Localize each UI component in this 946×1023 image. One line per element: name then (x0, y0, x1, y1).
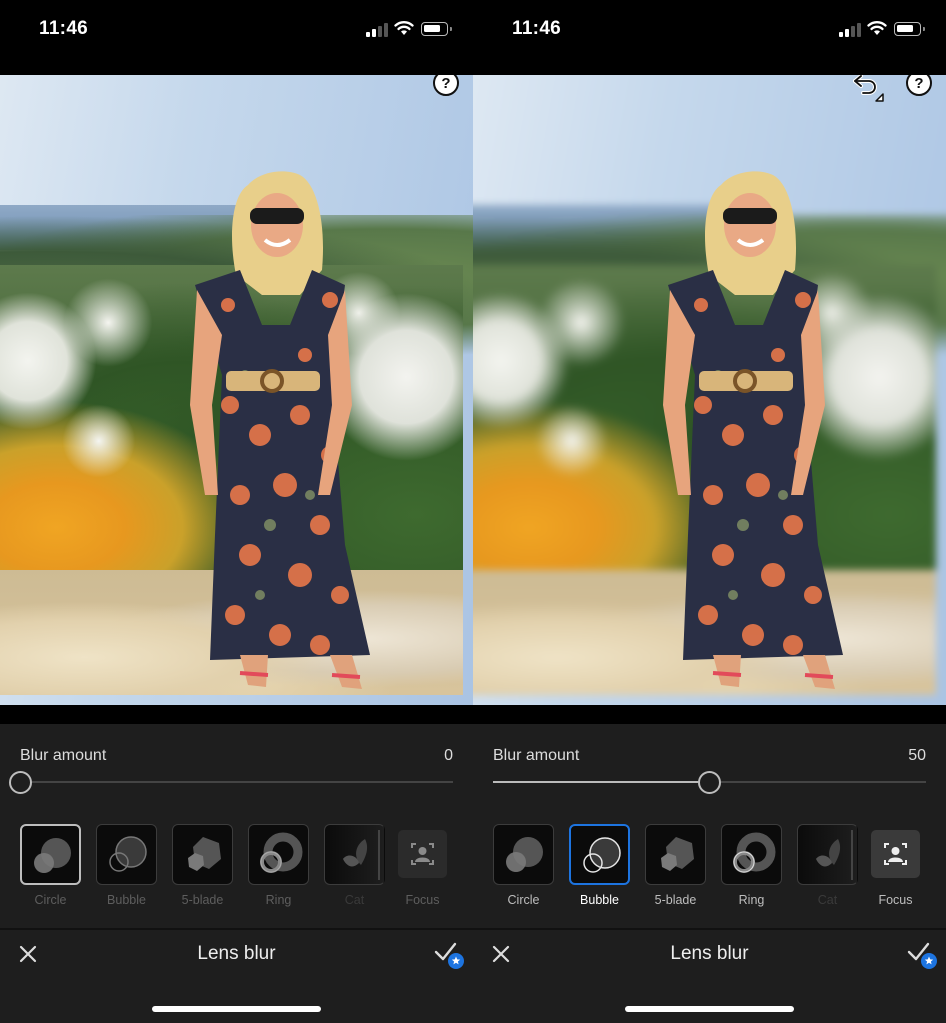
bokeh-shape-label: Cat (817, 893, 838, 907)
blur-amount-thumb[interactable] (698, 771, 721, 794)
home-indicator[interactable] (152, 1006, 321, 1012)
bokeh-shape-bubble[interactable]: Bubble (569, 824, 630, 907)
check-icon[interactable] (906, 940, 938, 970)
comparison-container: 11:46 ? Blur amount 0 Circle Bubble 5-bl… (0, 0, 946, 1023)
status-time: 11:46 (512, 18, 562, 39)
focus-label: Focus (878, 893, 913, 907)
blur-amount-track[interactable] (20, 781, 453, 783)
bokeh-shape-thumbnail (96, 824, 157, 885)
bokeh-shape-label: 5-blade (181, 893, 224, 907)
battery-icon (421, 22, 452, 36)
bottom-bar-divider (473, 928, 946, 930)
photo-preview[interactable]: ? (0, 75, 473, 705)
wifi-icon (394, 21, 414, 35)
bokeh-shape-thumbnail (493, 824, 554, 885)
tool-title: Lens blur (197, 943, 276, 964)
bokeh-cat-icon (816, 839, 841, 867)
photo-preview[interactable]: ? (473, 75, 946, 705)
bokeh-shape-thumbnail (721, 824, 782, 885)
bokeh-circle-icon (506, 837, 543, 872)
bokeh-shape-cat[interactable]: Cat (797, 824, 858, 907)
bokeh-shape-label: Bubble (107, 893, 146, 907)
shape-picker-separator (378, 830, 380, 880)
bokeh-circle-icon (34, 838, 71, 873)
photo-divider (0, 705, 473, 724)
bokeh-shape-thumbnail (569, 824, 630, 885)
bokeh-shape-thumbnail (797, 824, 858, 885)
bokeh-cat-icon (343, 839, 368, 867)
bokeh-shape-ring[interactable]: Ring (721, 824, 782, 907)
bokeh-shape-thumbnail (248, 824, 309, 885)
undo-icon[interactable] (851, 75, 885, 104)
bokeh-shape-circle[interactable]: Circle (493, 824, 554, 907)
bokeh-shape-label: 5-blade (654, 893, 697, 907)
cellular-signal-icon (366, 23, 388, 37)
subject-person (190, 171, 370, 689)
phone-screen-before: 11:46 ? Blur amount 0 Circle Bubble 5-bl… (0, 0, 473, 1023)
bokeh-shape-thumbnail (172, 824, 233, 885)
focus-button[interactable] (398, 830, 447, 878)
bokeh-shape-label: Cat (344, 893, 365, 907)
bokeh-shape-thumbnail (20, 824, 81, 885)
bokeh-shape-cat[interactable]: Cat (324, 824, 385, 907)
bokeh-shape-ring[interactable]: Ring (248, 824, 309, 907)
focus-button[interactable] (871, 830, 920, 878)
bokeh-shape-label: Ring (738, 893, 765, 907)
bokeh-shape-label: Circle (507, 893, 540, 907)
bokeh-ring-icon (260, 832, 303, 873)
bokeh-shape-thumbnail (324, 824, 385, 885)
bokeh-5-blade-icon (661, 837, 694, 871)
blur-amount-value: 50 (908, 747, 926, 764)
bokeh-shape-label: Circle (34, 893, 67, 907)
wifi-icon (867, 21, 887, 35)
shape-picker-separator (851, 830, 853, 880)
bokeh-shape-bubble[interactable]: Bubble (96, 824, 157, 907)
bottom-bar-divider (0, 928, 473, 930)
status-bar: 11:46 (0, 0, 473, 75)
status-time: 11:46 (39, 18, 89, 39)
phone-screen-after: 11:46 ? Blur amount 50 Circle Bubble 5-b… (473, 0, 946, 1023)
bokeh-5-blade-icon (188, 837, 221, 871)
bokeh-bubble-icon (583, 837, 621, 873)
photo-divider (473, 705, 946, 724)
blur-amount-value: 0 (444, 747, 453, 764)
bokeh-shape-picker: Circle Bubble 5-blade Ring Cat Focus (473, 824, 946, 914)
focus-person-icon (884, 843, 907, 865)
bokeh-shape-label: Bubble (580, 893, 619, 907)
check-icon[interactable] (433, 940, 465, 970)
bokeh-shape-picker: Circle Bubble 5-blade Ring Cat Focus (0, 824, 473, 914)
focus-label: Focus (405, 893, 440, 907)
bokeh-shape-label: Ring (265, 893, 292, 907)
bokeh-shape-5-blade[interactable]: 5-blade (645, 824, 706, 907)
focus-person-icon (411, 843, 434, 865)
bokeh-shape-circle[interactable]: Circle (20, 824, 81, 907)
bokeh-ring-icon (733, 832, 776, 873)
blur-amount-label: Blur amount (20, 747, 107, 764)
home-indicator[interactable] (625, 1006, 794, 1012)
bokeh-shape-5-blade[interactable]: 5-blade (172, 824, 233, 907)
bokeh-bubble-icon (109, 836, 147, 872)
cellular-signal-icon (839, 23, 861, 37)
battery-icon (894, 22, 925, 36)
bokeh-shape-thumbnail (645, 824, 706, 885)
status-bar: 11:46 (473, 0, 946, 75)
blur-amount-fill (493, 781, 710, 783)
blur-amount-thumb[interactable] (8, 771, 32, 794)
tool-title: Lens blur (670, 943, 749, 964)
blur-amount-label: Blur amount (493, 747, 580, 764)
subject-person (663, 171, 843, 689)
